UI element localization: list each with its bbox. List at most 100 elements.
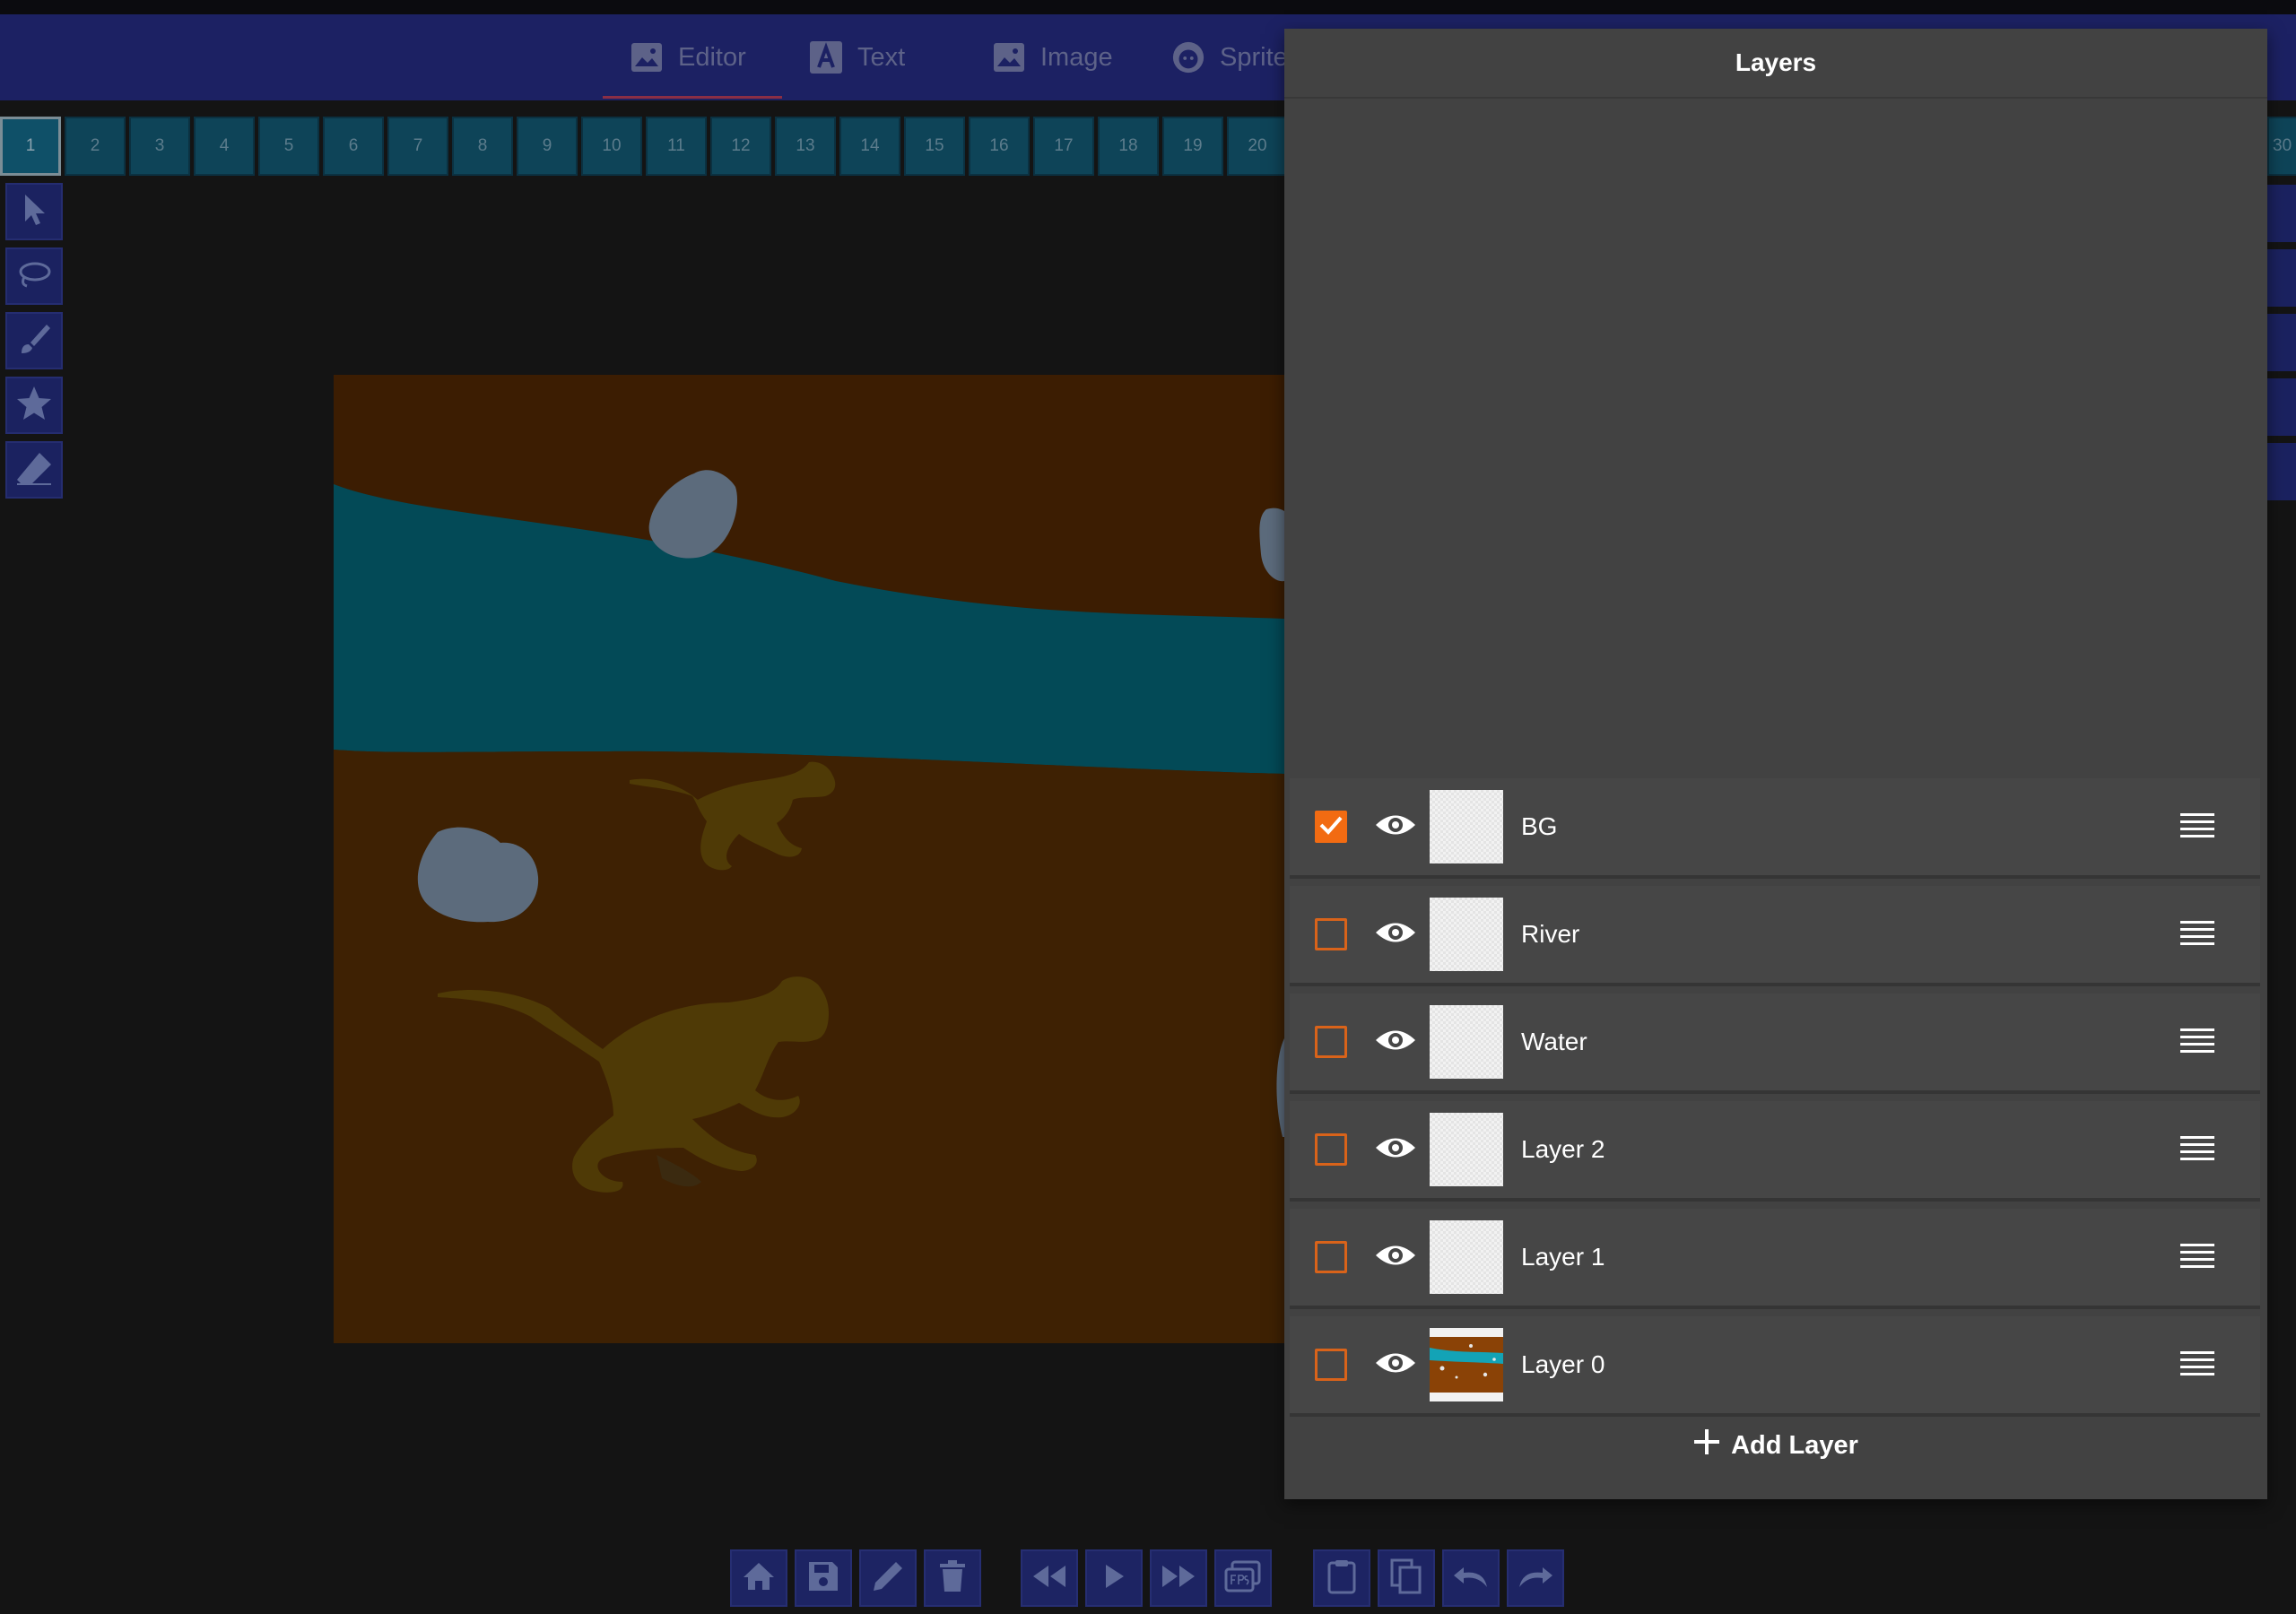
layer-row-layer-1[interactable]: Layer 1 xyxy=(1290,1209,2260,1309)
tab-image-label: Image xyxy=(1040,42,1113,72)
eye-icon xyxy=(1374,1027,1417,1058)
layer-select-checkbox[interactable] xyxy=(1315,1026,1347,1058)
layer-select-checkbox[interactable] xyxy=(1315,1349,1347,1381)
frame-8[interactable]: 8 xyxy=(452,117,513,176)
save-button[interactable] xyxy=(795,1549,852,1607)
drag-handle[interactable] xyxy=(2179,812,2215,841)
frame-16[interactable]: 16 xyxy=(969,117,1030,176)
frame-5[interactable]: 5 xyxy=(258,117,319,176)
drag-handle[interactable] xyxy=(2179,1350,2215,1379)
clipboard-icon xyxy=(1326,1558,1358,1599)
frame-2[interactable]: 2 xyxy=(65,117,126,176)
right-tool-column xyxy=(2266,179,2296,502)
layer-select-checkbox[interactable] xyxy=(1315,1133,1347,1166)
drag-handle[interactable] xyxy=(2179,920,2215,949)
redo-icon xyxy=(1516,1563,1555,1594)
frame-17[interactable]: 17 xyxy=(1033,117,1094,176)
frame-7[interactable]: 7 xyxy=(387,117,448,176)
visibility-toggle[interactable] xyxy=(1374,809,1417,845)
frame-20[interactable]: 20 xyxy=(1227,117,1288,176)
frame-13[interactable]: 13 xyxy=(775,117,836,176)
right-tool-button-5[interactable] xyxy=(2266,443,2296,500)
fps-button[interactable] xyxy=(1214,1549,1272,1607)
tab-editor[interactable]: Editor xyxy=(603,29,782,99)
visibility-toggle[interactable] xyxy=(1374,1024,1417,1060)
frame-4[interactable]: 4 xyxy=(194,117,255,176)
fast-forward-button[interactable] xyxy=(1150,1549,1207,1607)
frame-14[interactable]: 14 xyxy=(839,117,900,176)
frame-15[interactable]: 15 xyxy=(904,117,965,176)
right-tool-button-4[interactable] xyxy=(2266,378,2296,436)
brush-tool-button[interactable] xyxy=(5,312,63,369)
layer-name: Layer 0 xyxy=(1521,1350,1605,1378)
drawing-canvas[interactable] xyxy=(334,375,1284,1343)
layer-row-layer-2[interactable]: Layer 2 xyxy=(1290,1101,2260,1202)
eye-icon xyxy=(1374,1242,1417,1273)
undo-button[interactable] xyxy=(1442,1549,1500,1607)
delete-button[interactable] xyxy=(924,1549,981,1607)
visibility-toggle[interactable] xyxy=(1374,1239,1417,1275)
drag-handle-icon xyxy=(2180,920,2214,950)
right-tool-button-3[interactable] xyxy=(2266,314,2296,371)
edit-button[interactable] xyxy=(859,1549,917,1607)
eraser-tool-button[interactable] xyxy=(5,441,63,499)
frame-12[interactable]: 12 xyxy=(710,117,771,176)
drag-handle-icon xyxy=(2180,1350,2214,1380)
plus-icon xyxy=(1693,1428,1720,1462)
drag-handle-icon xyxy=(2180,1243,2214,1272)
drag-handle[interactable] xyxy=(2179,1028,2215,1056)
redo-button[interactable] xyxy=(1507,1549,1564,1607)
tab-sprite[interactable]: Sprite xyxy=(1171,29,1288,86)
tab-image[interactable]: Image xyxy=(992,29,1113,86)
fast-forward-icon xyxy=(1160,1563,1197,1594)
layer-select-checkbox[interactable] xyxy=(1315,1241,1347,1273)
top-strip xyxy=(0,0,2296,14)
drag-handle[interactable] xyxy=(2179,1243,2215,1271)
fps-icon xyxy=(1223,1559,1263,1598)
checkmark-icon xyxy=(1318,814,1344,840)
paste-button[interactable] xyxy=(1313,1549,1370,1607)
copy-button[interactable] xyxy=(1378,1549,1435,1607)
frame-1[interactable]: 1 xyxy=(0,117,61,176)
pencil-icon xyxy=(871,1559,905,1598)
frame-6[interactable]: 6 xyxy=(323,117,384,176)
copy-icon xyxy=(1389,1558,1423,1600)
visibility-toggle[interactable] xyxy=(1374,1132,1417,1167)
visibility-toggle[interactable] xyxy=(1374,916,1417,952)
frame-30[interactable]: 30 xyxy=(2267,117,2296,176)
frame-11[interactable]: 11 xyxy=(646,117,707,176)
tab-text[interactable]: Text xyxy=(809,29,905,86)
play-icon xyxy=(1100,1562,1127,1595)
layer-row-river[interactable]: River xyxy=(1290,886,2260,986)
right-tool-button-1[interactable] xyxy=(2266,185,2296,242)
lasso-tool-button[interactable] xyxy=(5,247,63,305)
frame-18[interactable]: 18 xyxy=(1098,117,1159,176)
layer-name: BG xyxy=(1521,812,1558,840)
frame-19[interactable]: 19 xyxy=(1162,117,1223,176)
trash-icon xyxy=(937,1559,968,1598)
layer-thumbnail xyxy=(1430,1005,1503,1079)
select-tool-button[interactable] xyxy=(5,183,63,240)
frame-9[interactable]: 9 xyxy=(517,117,578,176)
eye-icon xyxy=(1374,1349,1417,1381)
layer-row-bg[interactable]: BG xyxy=(1290,778,2260,879)
drag-handle-icon xyxy=(2180,1135,2214,1165)
layer-thumbnail xyxy=(1430,1113,1503,1186)
shape-tool-button[interactable] xyxy=(5,377,63,434)
drag-handle[interactable] xyxy=(2179,1135,2215,1164)
frame-3[interactable]: 3 xyxy=(129,117,190,176)
layer-select-checkbox[interactable] xyxy=(1315,918,1347,950)
canvas-artwork xyxy=(334,375,1284,1343)
frame-10[interactable]: 10 xyxy=(581,117,642,176)
visibility-toggle[interactable] xyxy=(1374,1347,1417,1383)
rewind-button[interactable] xyxy=(1021,1549,1078,1607)
image-icon xyxy=(992,40,1026,74)
right-tool-button-2[interactable] xyxy=(2266,249,2296,307)
add-layer-button[interactable]: Add Layer xyxy=(1284,1401,2267,1490)
layer-select-checkbox[interactable] xyxy=(1315,811,1347,843)
layer-row-water[interactable]: Water xyxy=(1290,994,2260,1094)
home-button[interactable] xyxy=(730,1549,787,1607)
layers-panel-title: Layers xyxy=(1284,29,2267,99)
play-button[interactable] xyxy=(1085,1549,1143,1607)
layer-thumbnail-scene xyxy=(1430,1328,1503,1401)
